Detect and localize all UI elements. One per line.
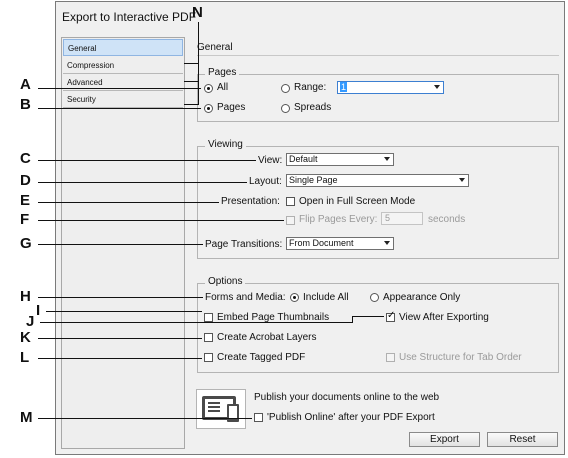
annotation-d: D bbox=[20, 172, 31, 189]
view-label: View: bbox=[258, 155, 283, 166]
viewing-legend: Viewing bbox=[205, 139, 246, 150]
range-input[interactable]: 1 bbox=[337, 81, 444, 94]
sidebar: General Compression Advanced Security bbox=[61, 37, 185, 449]
chevron-down-icon[interactable] bbox=[434, 85, 440, 89]
canvas: Export to Interactive PDF General Compre… bbox=[0, 0, 568, 458]
full-screen-label: Open in Full Screen Mode bbox=[299, 196, 416, 207]
flip-pages-checkbox[interactable] bbox=[286, 216, 295, 225]
layout-label: Layout: bbox=[249, 176, 282, 187]
range-radio[interactable] bbox=[281, 84, 290, 93]
annotation-m-leader bbox=[38, 418, 252, 419]
annotation-e: E bbox=[20, 192, 31, 209]
structure-tab-order-checkbox[interactable] bbox=[386, 353, 395, 362]
annotation-h-leader bbox=[38, 297, 203, 298]
publish-description: Publish your documents online to the web bbox=[254, 392, 440, 403]
annotation-m: M bbox=[20, 409, 33, 426]
annotation-c-leader bbox=[38, 160, 256, 161]
chevron-down-icon[interactable] bbox=[459, 178, 465, 182]
sidebar-item-compression[interactable]: Compression bbox=[63, 57, 183, 74]
pages-radio[interactable] bbox=[204, 104, 213, 113]
section-divider bbox=[197, 55, 559, 56]
annotation-n-tick-2 bbox=[184, 81, 198, 82]
appearance-only-radio[interactable] bbox=[370, 293, 379, 302]
section-heading: General bbox=[197, 42, 233, 53]
layout-select[interactable]: Single Page bbox=[286, 174, 469, 187]
acrobat-layers-checkbox[interactable] bbox=[204, 333, 213, 342]
sidebar-item-general[interactable]: General bbox=[63, 39, 183, 56]
annotation-f-leader bbox=[38, 220, 284, 221]
appearance-only-label: Appearance Only bbox=[383, 292, 461, 303]
tagged-pdf-checkbox[interactable] bbox=[204, 353, 213, 362]
options-legend: Options bbox=[205, 276, 246, 287]
annotation-a: A bbox=[20, 76, 31, 93]
chevron-down-icon[interactable] bbox=[384, 241, 390, 245]
annotation-f: F bbox=[20, 211, 30, 228]
annotation-i-leader bbox=[46, 311, 202, 312]
publish-online-checkbox[interactable] bbox=[254, 413, 263, 422]
sidebar-item-security[interactable]: Security bbox=[63, 91, 183, 108]
annotation-g: G bbox=[20, 235, 32, 252]
view-select[interactable]: Default bbox=[286, 153, 394, 166]
transitions-value: From Document bbox=[289, 238, 354, 248]
annotation-n-tick-3 bbox=[184, 104, 198, 105]
all-pages-radio[interactable] bbox=[204, 84, 213, 93]
annotation-n: N bbox=[192, 4, 203, 21]
annotation-b: B bbox=[20, 96, 31, 113]
flip-seconds-input[interactable]: 5 bbox=[381, 212, 423, 225]
annotation-n-tick-1 bbox=[184, 63, 198, 64]
annotation-j-leader-end bbox=[352, 316, 384, 317]
spreads-label: Spreads bbox=[294, 102, 332, 113]
export-button[interactable]: Export bbox=[409, 432, 480, 447]
annotation-n-leader bbox=[198, 22, 199, 105]
pages-label: Pages bbox=[217, 102, 246, 113]
view-value: Default bbox=[289, 154, 318, 164]
include-all-radio[interactable] bbox=[290, 293, 299, 302]
acrobat-layers-label: Create Acrobat Layers bbox=[217, 332, 317, 343]
structure-tab-order-label: Use Structure for Tab Order bbox=[399, 352, 522, 363]
include-all-label: Include All bbox=[303, 292, 349, 303]
full-screen-checkbox[interactable] bbox=[286, 197, 295, 206]
transitions-select[interactable]: From Document bbox=[286, 237, 394, 250]
embed-thumbnails-checkbox[interactable] bbox=[204, 313, 213, 322]
view-after-exporting-checkbox[interactable] bbox=[386, 310, 395, 322]
annotation-h: H bbox=[20, 288, 31, 305]
range-label: Range: bbox=[294, 82, 327, 93]
annotation-d-leader bbox=[38, 182, 247, 183]
chevron-down-icon[interactable] bbox=[384, 157, 390, 161]
annotation-b-leader bbox=[38, 108, 201, 109]
annotation-e-leader bbox=[38, 202, 219, 203]
seconds-label: seconds bbox=[428, 214, 466, 225]
annotation-k: K bbox=[20, 329, 31, 346]
layout-value: Single Page bbox=[289, 175, 338, 185]
annotation-a-leader bbox=[38, 88, 201, 89]
range-value: 1 bbox=[340, 82, 348, 92]
annotation-l: L bbox=[20, 349, 30, 366]
dialog-title: Export to Interactive PDF bbox=[62, 10, 197, 24]
annotation-i: I bbox=[36, 302, 41, 319]
forms-media-label: Forms and Media: bbox=[205, 292, 286, 303]
publish-devices-icon bbox=[196, 389, 246, 429]
annotation-k-leader bbox=[38, 338, 202, 339]
pages-legend: Pages bbox=[205, 67, 240, 78]
reset-button[interactable]: Reset bbox=[487, 432, 558, 447]
annotation-j-leader-up bbox=[352, 316, 353, 323]
transitions-label: Page Transitions: bbox=[205, 239, 283, 250]
view-after-exporting-label: View After Exporting bbox=[399, 312, 489, 323]
tagged-pdf-label: Create Tagged PDF bbox=[217, 352, 306, 363]
annotation-c: C bbox=[20, 150, 31, 167]
spreads-radio[interactable] bbox=[281, 104, 290, 113]
publish-devices-graphic bbox=[202, 396, 239, 422]
annotation-j: J bbox=[26, 313, 35, 330]
publish-online-label: 'Publish Online' after your PDF Export bbox=[267, 412, 435, 423]
annotation-l-leader bbox=[38, 358, 202, 359]
presentation-label: Presentation: bbox=[221, 196, 280, 207]
flip-pages-label: Flip Pages Every: bbox=[299, 214, 378, 225]
annotation-j-leader bbox=[40, 322, 352, 323]
all-pages-label: All bbox=[217, 82, 229, 93]
annotation-g-leader bbox=[38, 244, 203, 245]
